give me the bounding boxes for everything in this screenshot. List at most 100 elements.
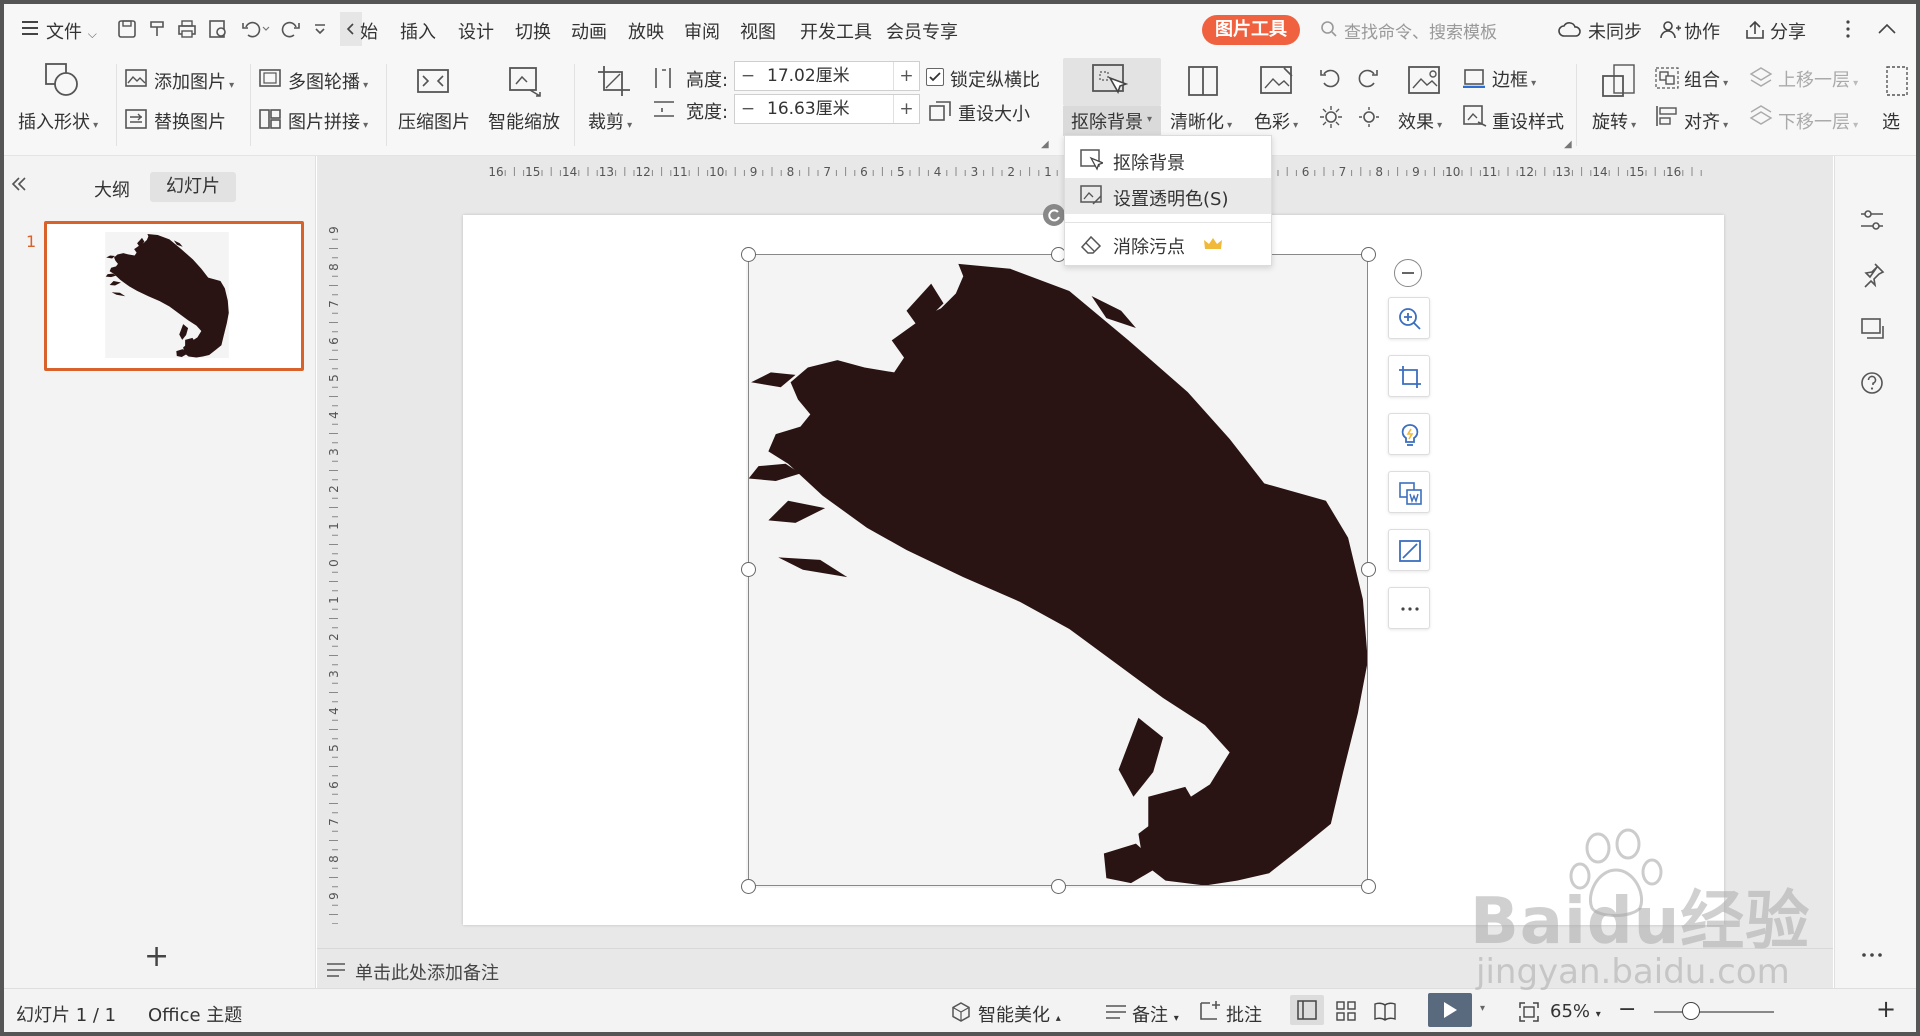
resize-handle[interactable] xyxy=(1051,879,1066,894)
slide-thumbnail[interactable] xyxy=(44,221,304,371)
color-button[interactable]: 色彩 ▾ xyxy=(1254,108,1298,134)
add-picture-button[interactable]: 添加图片 ▾ xyxy=(154,68,234,94)
save-icon[interactable] xyxy=(116,18,138,40)
multi-carousel-button[interactable]: 多图轮播 ▾ xyxy=(288,68,368,94)
smart-beautify-button[interactable]: 智能美化 ▴ xyxy=(978,1001,1061,1027)
notes-toggle-button[interactable]: 备注 ▾ xyxy=(1132,1001,1179,1027)
collapse-toolbar-icon[interactable] xyxy=(1394,259,1422,287)
rotate-button[interactable]: 旋转 ▾ xyxy=(1592,108,1636,134)
menu-item-set-transparent-color[interactable]: 设置透明色(S) xyxy=(1065,178,1271,214)
normal-view-button[interactable] xyxy=(1290,995,1324,1025)
height-value[interactable]: 17.02厘米 xyxy=(767,62,850,90)
compress-picture-button[interactable]: 压缩图片 xyxy=(398,108,470,134)
search-input[interactable]: 查找命令、搜索模板 xyxy=(1344,18,1497,43)
resize-handle[interactable] xyxy=(741,247,756,262)
tab-slideshow[interactable]: 放映 xyxy=(628,18,664,44)
more-horizontal-icon[interactable] xyxy=(1859,950,1885,960)
fit-to-window-icon[interactable] xyxy=(1518,1001,1540,1023)
replace-picture-button[interactable]: 替换图片 xyxy=(154,108,226,134)
smart-suggest-tool[interactable] xyxy=(1388,413,1430,455)
insert-shape-icon[interactable] xyxy=(42,62,82,98)
add-slide-button[interactable]: + xyxy=(144,942,169,972)
select-button[interactable]: 选 xyxy=(1882,108,1900,134)
share-button[interactable]: 分享 xyxy=(1770,18,1806,44)
collaborate-button[interactable]: 协作 xyxy=(1684,18,1720,44)
size-dialog-launcher-icon[interactable]: ◢ xyxy=(1041,139,1049,150)
collapse-ribbon-icon[interactable] xyxy=(1876,20,1898,38)
resize-handle[interactable] xyxy=(741,562,756,577)
width-decrement-button[interactable]: − xyxy=(735,95,761,123)
tab-scroll-left-button[interactable] xyxy=(340,12,362,46)
selected-picture[interactable] xyxy=(746,254,1368,888)
customize-toolbar-icon[interactable] xyxy=(310,18,330,40)
zoom-slider-thumb[interactable] xyxy=(1681,1002,1700,1020)
reading-view-icon[interactable] xyxy=(1374,1001,1396,1021)
width-field[interactable]: − 16.63厘米 + xyxy=(734,94,920,124)
tab-design[interactable]: 设计 xyxy=(458,18,494,44)
crop-button[interactable]: 裁剪 ▾ xyxy=(588,108,632,134)
tab-developer[interactable]: 开发工具 xyxy=(800,18,872,44)
slide-sorter-icon[interactable] xyxy=(1336,1001,1356,1021)
border-style-tool[interactable] xyxy=(1388,529,1430,571)
print-preview-icon[interactable] xyxy=(207,18,229,40)
brightness-increase-icon[interactable] xyxy=(1318,104,1344,130)
resize-handle[interactable] xyxy=(1361,879,1376,894)
resize-handle[interactable] xyxy=(1361,562,1376,577)
height-field[interactable]: − 17.02厘米 + xyxy=(734,61,920,91)
undo-icon[interactable] xyxy=(240,18,270,40)
picture-collage-button[interactable]: 图片拼接 ▾ xyxy=(288,108,368,134)
tab-animations[interactable]: 动画 xyxy=(571,18,607,44)
smart-zoom-button[interactable]: 智能缩放 xyxy=(488,108,560,134)
properties-icon[interactable] xyxy=(1859,208,1885,232)
effects-button[interactable]: 效果 ▾ xyxy=(1398,108,1442,134)
tab-transitions[interactable]: 切换 xyxy=(515,18,551,44)
remove-background-button[interactable]: 抠除背景 ▾ xyxy=(1063,106,1161,136)
tab-insert[interactable]: 插入 xyxy=(400,18,436,44)
brightness-decrease-icon[interactable] xyxy=(1356,104,1382,130)
reset-size-button[interactable]: 重设大小 xyxy=(958,100,1030,126)
play-options-dropdown[interactable]: ▾ xyxy=(1480,1003,1485,1014)
insert-shape-button[interactable]: 插入形状 ▾ xyxy=(18,108,98,134)
width-increment-button[interactable]: + xyxy=(893,95,919,123)
rotate-left-icon[interactable] xyxy=(1318,66,1342,90)
zoom-in-button[interactable]: + xyxy=(1876,995,1896,1023)
border-button[interactable]: 边框 ▾ xyxy=(1492,66,1536,92)
height-decrement-button[interactable]: − xyxy=(735,62,761,90)
more-tools[interactable] xyxy=(1388,587,1430,629)
transitions-icon[interactable] xyxy=(1859,316,1885,342)
zoom-in-tool[interactable] xyxy=(1388,297,1430,339)
theme-name[interactable]: Office 主题 xyxy=(148,1001,242,1027)
menu-item-remove-background[interactable]: 抠除背景 xyxy=(1065,142,1271,178)
tab-outline[interactable]: 大纲 xyxy=(94,176,130,202)
crop-tool[interactable] xyxy=(1388,355,1430,397)
resize-handle[interactable] xyxy=(741,879,756,894)
redo-icon[interactable] xyxy=(280,18,302,40)
zoom-level[interactable]: 65% ▾ xyxy=(1550,1001,1601,1022)
more-vertical-icon[interactable] xyxy=(1844,18,1852,40)
group-button[interactable]: 组合 ▾ xyxy=(1684,66,1728,92)
print-icon[interactable] xyxy=(176,18,198,40)
send-backward-button[interactable]: 下移一层 ▾ xyxy=(1778,108,1858,134)
width-value[interactable]: 16.63厘米 xyxy=(767,95,850,123)
zoom-slider-track[interactable] xyxy=(1654,1011,1774,1013)
picture-to-text-tool[interactable] xyxy=(1388,471,1430,513)
sync-status[interactable]: 未同步 xyxy=(1588,18,1642,44)
rotate-handle-icon[interactable] xyxy=(1043,204,1065,226)
menu-item-remove-blemish[interactable]: 消除污点 xyxy=(1065,226,1271,262)
tab-slides[interactable]: 幻灯片 xyxy=(150,172,236,202)
lock-ratio-label[interactable]: 锁定纵横比 xyxy=(950,66,1040,92)
bring-forward-button[interactable]: 上移一层 ▾ xyxy=(1778,66,1858,92)
reset-style-button[interactable]: 重设样式 xyxy=(1492,108,1564,134)
tab-view[interactable]: 视图 xyxy=(740,18,776,44)
format-painter-icon[interactable] xyxy=(146,18,168,40)
lock-ratio-checkbox[interactable] xyxy=(926,68,944,86)
pin-icon[interactable] xyxy=(1859,262,1885,288)
tab-picture-tools[interactable]: 图片工具 xyxy=(1202,15,1300,45)
tab-home[interactable]: 始 xyxy=(360,18,378,44)
tab-review[interactable]: 审阅 xyxy=(684,18,720,44)
resize-handle[interactable] xyxy=(1361,247,1376,262)
help-icon[interactable] xyxy=(1859,370,1885,396)
tab-member[interactable]: 会员专享 xyxy=(886,18,958,44)
file-menu[interactable]: 文件 ⌵ xyxy=(46,18,97,44)
comments-button[interactable]: 批注 xyxy=(1226,1001,1262,1027)
